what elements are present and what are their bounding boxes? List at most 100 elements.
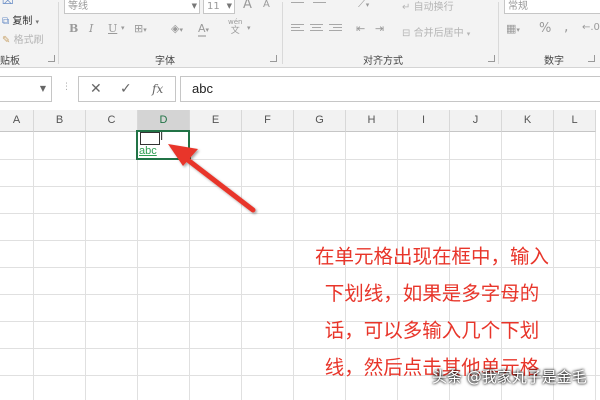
fill-handle[interactable]	[187, 156, 192, 161]
row-gridline	[0, 186, 600, 187]
clipboard-launcher-icon[interactable]	[48, 55, 55, 62]
underline-button[interactable]: U	[108, 22, 117, 35]
wrap-text-button[interactable]: ↵ 自动换行	[402, 0, 454, 13]
font-name-value: 等线	[68, 1, 88, 12]
chevron-down-icon: ▾	[179, 26, 183, 34]
increase-decimal-icon[interactable]: ←.0	[582, 22, 600, 33]
number-format-value: 常规	[508, 1, 528, 12]
column-gridline	[85, 132, 86, 400]
copy-button[interactable]: ⧉ 复制 ▾	[2, 12, 39, 27]
note-line: 下划线，如果是多字母的	[324, 282, 540, 305]
currency-icon: ▦	[506, 22, 517, 35]
orientation-icon: ⟋	[358, 0, 366, 10]
font-color-icon: A	[198, 22, 206, 37]
grow-font-button[interactable]: A	[243, 0, 252, 12]
column-header-e[interactable]: E	[190, 110, 242, 132]
cut-icon: ⌧	[2, 0, 14, 7]
note-line: 话，可以多输入几个下划	[324, 319, 540, 342]
chevron-down-icon: ▾	[466, 30, 471, 38]
font-name-select[interactable]: 等线 ▼	[64, 0, 200, 14]
instruction-note: 在单元格出现在框中，输入 下划线，如果是多字母的 话，可以多输入几个下划 线，然…	[272, 238, 592, 386]
font-group-label: 字体	[155, 56, 175, 67]
number-group-label: 数字	[544, 56, 564, 67]
column-header-l[interactable]: L	[554, 110, 596, 132]
cut-button[interactable]: ⌧	[2, 0, 14, 7]
watermark: 头条 @我家丸子是金毛	[432, 368, 587, 386]
font-launcher-icon[interactable]	[270, 55, 277, 62]
top-align-icon[interactable]	[291, 0, 304, 10]
paintbrush-icon: ✎	[2, 35, 11, 46]
column-header-j[interactable]: J	[450, 110, 502, 132]
chevron-down-icon: ▾	[121, 24, 125, 32]
chevron-down-icon: ▼	[226, 2, 232, 10]
column-header-i[interactable]: I	[398, 110, 450, 132]
chevron-down-icon: ▾	[365, 1, 370, 9]
column-header-b[interactable]: B	[34, 110, 86, 132]
bold-button[interactable]: B	[69, 22, 78, 35]
note-line: 在单元格出现在框中，输入	[314, 245, 549, 268]
group-divider	[498, 2, 499, 64]
row-gridline	[0, 213, 600, 214]
formula-bar: ▼ ⋮ ✕ ✓ fx abc	[0, 76, 600, 102]
wrap-text-label: 自动换行	[413, 2, 454, 13]
chevron-down-icon: ▾	[205, 26, 210, 34]
italic-button[interactable]: I	[89, 22, 93, 35]
name-box[interactable]: ▼	[0, 76, 52, 102]
font-size-value: 11	[207, 1, 220, 12]
phonetic-icon: wén	[228, 18, 243, 26]
phonetic-button[interactable]: wén 文	[228, 18, 242, 36]
clipboard-group-label: 贴板	[0, 56, 20, 67]
row-gridline	[0, 159, 600, 160]
enter-icon[interactable]: ✓	[120, 81, 132, 97]
group-divider	[282, 2, 283, 64]
copy-icon: ⧉	[2, 16, 10, 27]
text-box-frame[interactable]	[140, 132, 160, 145]
cancel-icon[interactable]: ✕	[90, 81, 102, 97]
chevron-down-icon: ▼	[39, 84, 46, 93]
chevron-down-icon: ▾	[35, 18, 40, 26]
increase-indent-icon[interactable]: ⇥	[375, 22, 384, 35]
column-header-c[interactable]: C	[86, 110, 138, 132]
column-header-f[interactable]: F	[242, 110, 294, 132]
column-header-h[interactable]: H	[346, 110, 398, 132]
percent-button[interactable]: %	[539, 21, 551, 36]
fill-color-button[interactable]: ◈▾	[171, 22, 183, 35]
shrink-font-button[interactable]: A	[263, 0, 270, 10]
alignment-group-label: 对齐方式	[363, 56, 403, 67]
borders-button[interactable]: ⊞▾	[134, 22, 147, 35]
column-gridline	[595, 132, 596, 400]
number-launcher-icon[interactable]	[588, 55, 595, 62]
align-right-icon[interactable]	[329, 24, 342, 35]
alignment-launcher-icon[interactable]	[488, 55, 495, 62]
align-center-icon[interactable]	[310, 24, 323, 35]
column-gridline	[137, 132, 138, 400]
chevron-down-icon: ▾	[247, 24, 251, 32]
accounting-format-button[interactable]: ▦▾	[506, 22, 520, 35]
decrease-indent-icon[interactable]: ⇤	[356, 22, 365, 35]
splitter-handle-icon[interactable]: ⋮	[62, 82, 71, 92]
insert-function-icon[interactable]: fx	[152, 82, 163, 96]
merge-center-label: 合并后居中	[413, 28, 464, 39]
middle-align-icon[interactable]	[313, 0, 326, 10]
formula-buttons: ✕ ✓ fx	[78, 76, 176, 102]
format-painter-button[interactable]: ✎ 格式刷	[2, 31, 44, 46]
column-header-d[interactable]: D	[138, 110, 190, 132]
orientation-button[interactable]: ⟋▾	[358, 0, 369, 11]
font-size-select[interactable]: 11 ▼	[203, 0, 235, 14]
chevron-down-icon: ▾	[516, 26, 520, 34]
wrap-text-icon: ↵	[402, 2, 411, 13]
formula-input[interactable]: abc	[180, 76, 600, 102]
ribbon: ⌧ ⧉ 复制 ▾ ✎ 格式刷 贴板 等线 ▼ 11 ▼ A A B I U ▾ …	[0, 0, 600, 68]
chevron-down-icon: ▼	[191, 2, 197, 10]
align-left-icon[interactable]	[291, 24, 304, 35]
number-format-select[interactable]: 常规	[504, 0, 600, 14]
group-divider	[58, 2, 59, 64]
copy-label: 复制	[12, 16, 33, 27]
font-color-button[interactable]: A▾	[198, 22, 210, 37]
column-header-k[interactable]: K	[502, 110, 554, 132]
comma-button[interactable]: ,	[564, 19, 568, 35]
column-header-g[interactable]: G	[294, 110, 346, 132]
text-cursor-icon: I	[160, 130, 164, 143]
merge-center-button[interactable]: ⊟ 合并后居中 ▾	[402, 24, 470, 39]
column-header-a[interactable]: A	[0, 110, 34, 132]
